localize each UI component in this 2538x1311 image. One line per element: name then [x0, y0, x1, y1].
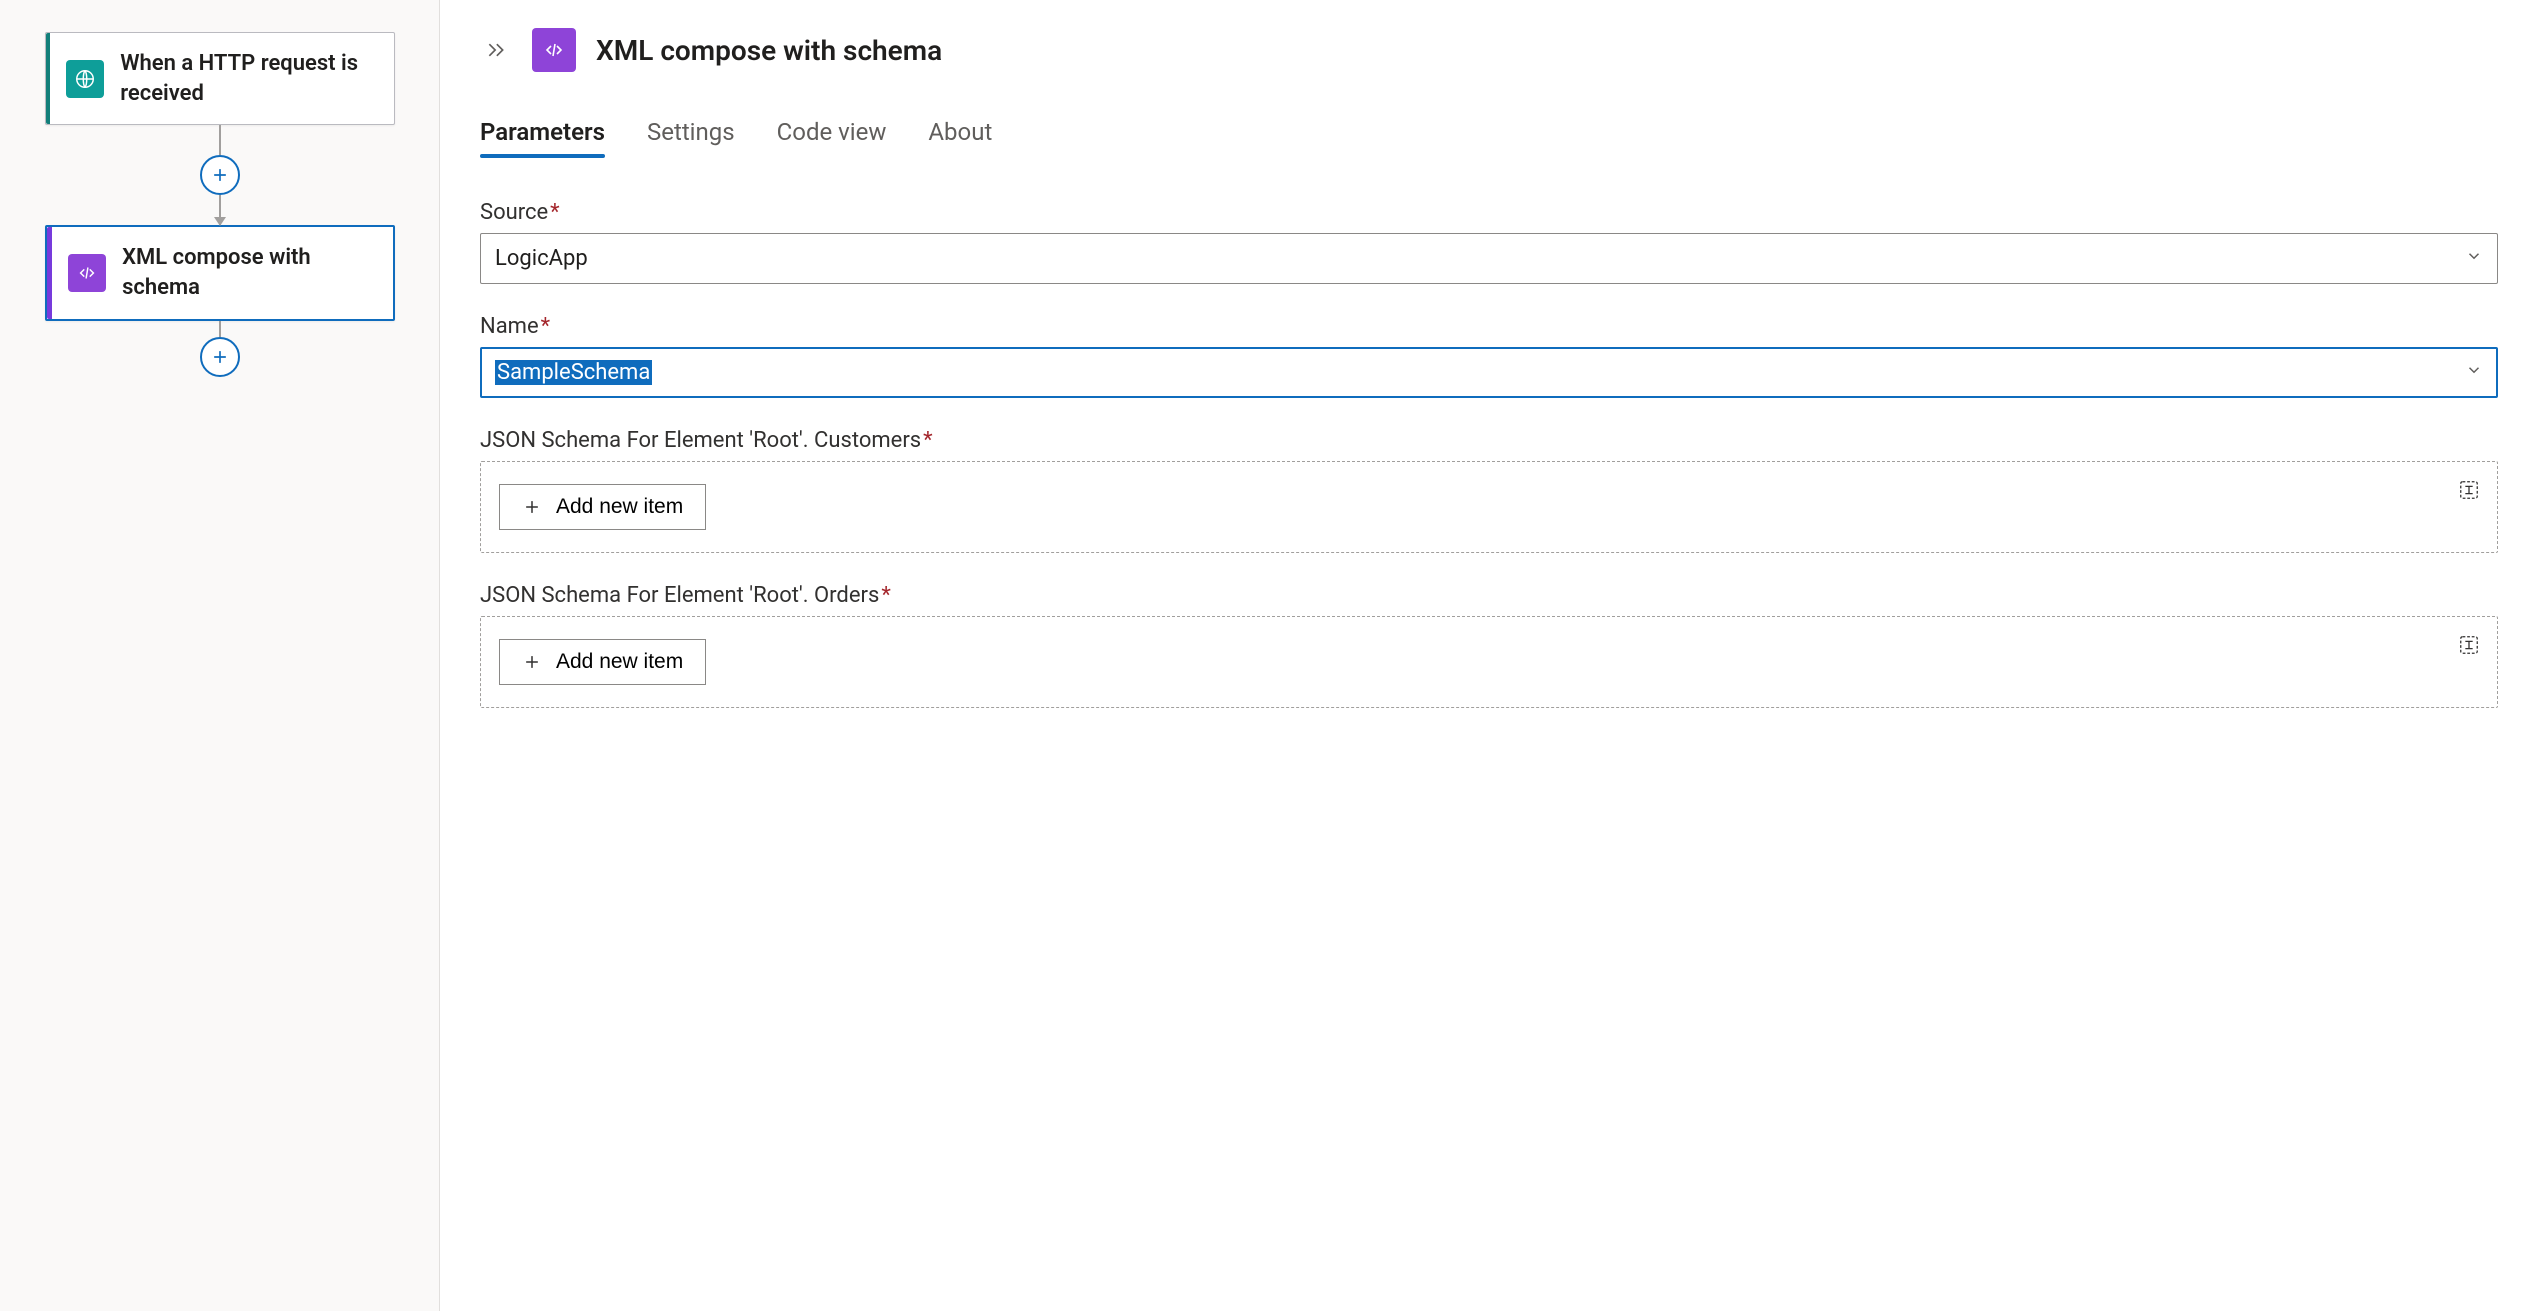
insert-step-button[interactable] [200, 155, 240, 195]
name-select[interactable]: SampleSchema [480, 347, 2498, 398]
panel-tabs: Parameters Settings Code view About [480, 118, 2498, 158]
customers-array-box: Add new item [480, 461, 2498, 553]
chevron-down-icon [2465, 360, 2483, 385]
trigger-card-http-request[interactable]: When a HTTP request is received [45, 32, 395, 125]
designer-canvas: When a HTTP request is received XML comp… [0, 0, 440, 1311]
panel-header: XML compose with schema [480, 28, 2498, 72]
tab-about[interactable]: About [928, 118, 992, 158]
card-accent [47, 227, 53, 318]
field-label: JSON Schema For Element 'Root'. Customer… [480, 428, 2498, 453]
tab-settings[interactable]: Settings [647, 118, 735, 158]
field-customers: JSON Schema For Element 'Root'. Customer… [480, 428, 2498, 553]
action-title: XML compose with schema [122, 243, 374, 302]
dynamic-content-button[interactable] [2455, 476, 2483, 504]
tab-parameters[interactable]: Parameters [480, 118, 605, 158]
chevron-down-icon [2465, 246, 2483, 271]
xml-icon [532, 28, 576, 72]
field-orders: JSON Schema For Element 'Root'. Orders* … [480, 583, 2498, 708]
collapse-panel-button[interactable] [480, 34, 512, 66]
orders-array-box: Add new item [480, 616, 2498, 708]
required-asterisk: * [923, 428, 932, 453]
field-label: Source* [480, 200, 2498, 225]
action-card-xml-compose[interactable]: XML compose with schema [45, 225, 395, 320]
source-value: LogicApp [495, 246, 588, 271]
required-asterisk: * [881, 583, 890, 608]
add-step-button[interactable] [200, 337, 240, 377]
field-label: Name* [480, 314, 2498, 339]
dynamic-content-button[interactable] [2455, 631, 2483, 659]
add-order-item-button[interactable]: Add new item [499, 639, 706, 685]
details-panel: XML compose with schema Parameters Setti… [440, 0, 2538, 1311]
field-name: Name* SampleSchema [480, 314, 2498, 398]
flow-connector [219, 125, 221, 155]
flow-connector [219, 195, 221, 225]
globe-icon [66, 60, 104, 98]
field-label: JSON Schema For Element 'Root'. Orders* [480, 583, 2498, 608]
add-customer-item-button[interactable]: Add new item [499, 484, 706, 530]
card-accent [46, 33, 51, 124]
flow-connector [219, 321, 221, 337]
source-select[interactable]: LogicApp [480, 233, 2498, 284]
required-asterisk: * [550, 200, 559, 225]
required-asterisk: * [541, 314, 550, 339]
panel-title: XML compose with schema [596, 34, 942, 67]
name-value: SampleSchema [495, 360, 652, 385]
field-source: Source* LogicApp [480, 200, 2498, 284]
trigger-title: When a HTTP request is received [120, 49, 375, 108]
tab-code-view[interactable]: Code view [777, 118, 887, 158]
xml-icon [68, 254, 106, 292]
